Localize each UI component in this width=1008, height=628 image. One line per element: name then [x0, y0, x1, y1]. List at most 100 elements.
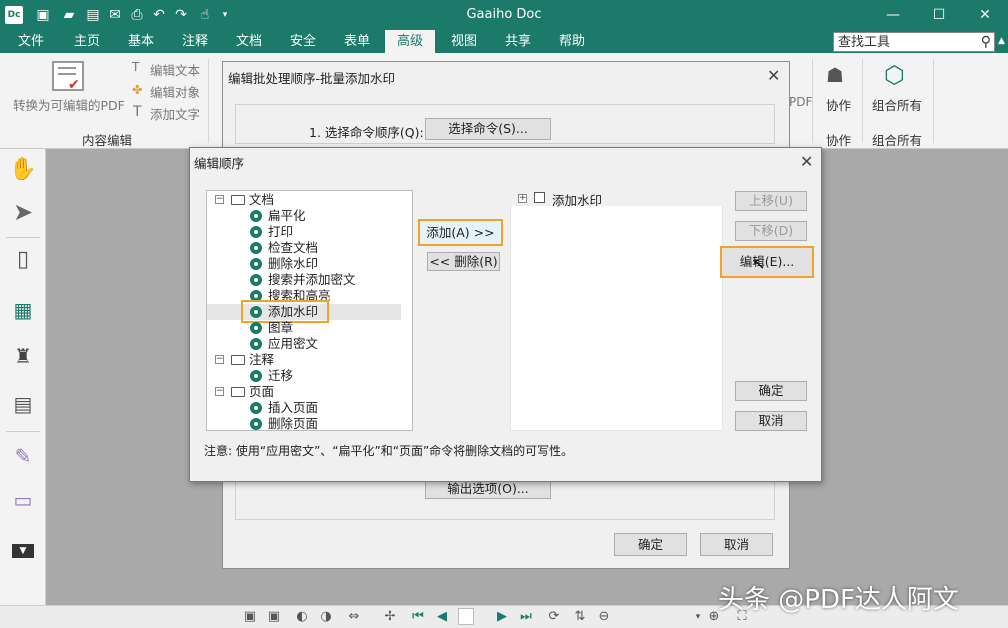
- edit-sequence-close-icon[interactable]: ✕: [800, 152, 813, 171]
- edit-object-button[interactable]: 编辑对象: [150, 82, 200, 101]
- menu-security[interactable]: 安全: [278, 30, 328, 53]
- tree-folder[interactable]: − 页面: [207, 384, 401, 400]
- move-down-button[interactable]: 下移(D): [735, 221, 807, 241]
- tree-item[interactable]: 应用密文: [207, 336, 401, 352]
- combine-all-button[interactable]: 组合所有: [872, 95, 922, 114]
- menu-document[interactable]: 文档: [224, 30, 274, 53]
- maximize-icon[interactable]: ☐: [916, 0, 962, 30]
- tree-item[interactable]: 搜索并添加密文: [207, 272, 401, 288]
- last-page-icon[interactable]: ⏭: [518, 609, 534, 625]
- redo-icon[interactable]: ↷: [172, 6, 190, 24]
- batch-ok-button[interactable]: 确定: [614, 533, 687, 556]
- attachment-icon[interactable]: ✎: [8, 441, 38, 471]
- undo-icon[interactable]: ↶: [150, 6, 168, 24]
- tree-item[interactable]: 添加水印: [207, 300, 401, 323]
- bookmark-panel-icon[interactable]: ▯: [8, 245, 38, 275]
- menu-help[interactable]: 帮助: [547, 30, 597, 53]
- sequence-cancel-button[interactable]: 取消: [735, 411, 807, 431]
- tree-item[interactable]: 图章: [207, 320, 401, 336]
- multi-page-icon[interactable]: ▣: [266, 609, 282, 625]
- convert-editable-pdf-icon[interactable]: ✔: [52, 61, 84, 93]
- zoom-out-circle-icon[interactable]: ◐: [294, 609, 310, 625]
- thumbnails-icon[interactable]: ▦: [8, 295, 38, 325]
- tree-item-label: 图章: [268, 320, 294, 335]
- add-text-button[interactable]: 添加文字: [150, 104, 200, 123]
- tool-search-input[interactable]: [834, 33, 969, 51]
- fit-page-icon[interactable]: ✢: [382, 609, 398, 625]
- sequence-checkbox[interactable]: [534, 192, 545, 203]
- menu-share[interactable]: 共享: [493, 30, 543, 53]
- hand-icon[interactable]: ✋: [8, 155, 38, 185]
- output-options-button[interactable]: 输出选项(O)...: [425, 479, 551, 499]
- zoom-in-circle-icon[interactable]: ◑: [318, 609, 334, 625]
- tree-collapse-icon[interactable]: −: [215, 355, 224, 364]
- edit-command-button[interactable]: 编辑(E)...: [720, 246, 814, 278]
- batch-dialog-close-icon[interactable]: ✕: [767, 66, 780, 85]
- sequence-expander-icon[interactable]: +: [518, 194, 527, 203]
- menu-basic[interactable]: 基本: [116, 30, 166, 53]
- expand-tools-icon[interactable]: ▼: [12, 544, 34, 558]
- open-folder-icon[interactable]: ▰: [60, 6, 78, 24]
- email-icon[interactable]: ✉: [106, 6, 124, 24]
- menu-home[interactable]: 主页: [62, 30, 112, 53]
- tree-item[interactable]: 迁移: [207, 368, 401, 384]
- tree-item-label: 删除页面: [268, 416, 319, 431]
- first-page-icon[interactable]: ⏮: [410, 609, 426, 625]
- prev-page-icon[interactable]: ◀: [434, 609, 450, 625]
- add-command-button[interactable]: 添加(A) >>: [418, 219, 503, 246]
- combine-all-icon[interactable]: ⬡: [884, 61, 905, 89]
- zoom-out-icon[interactable]: ⊖: [596, 609, 612, 625]
- move-up-button[interactable]: 上移(U): [735, 191, 807, 211]
- command-bullet-icon: [250, 402, 262, 414]
- command-bullet-icon: [250, 370, 262, 382]
- fit-width-icon[interactable]: ⇔: [346, 609, 362, 625]
- menu-comment[interactable]: 注释: [170, 30, 220, 53]
- collaborate-icon[interactable]: ☗: [826, 63, 844, 87]
- print-icon[interactable]: ⎙: [128, 6, 146, 24]
- menu-advanced[interactable]: 高级: [385, 30, 435, 53]
- collaborate-button[interactable]: 协作: [826, 95, 851, 114]
- title-bar: Dc ▣ ▰ ▤ ✉ ⎙ ↶ ↷ ☝ ▾ Gaaiho Doc — ☐ ✕: [0, 0, 1008, 30]
- quick-access-dropdown-icon[interactable]: ▾: [216, 6, 234, 24]
- hand-tool-icon[interactable]: ☝: [196, 6, 214, 24]
- ribbon-collapse-icon[interactable]: ▲: [998, 36, 1005, 46]
- security-doc-icon[interactable]: ▤: [8, 389, 38, 419]
- convert-editable-pdf-button[interactable]: 转换为可编辑的PDF: [13, 95, 125, 114]
- sequence-ok-button[interactable]: 确定: [735, 381, 807, 401]
- batch-cancel-button[interactable]: 取消: [700, 533, 773, 556]
- minimize-icon[interactable]: —: [870, 0, 916, 30]
- tree-item[interactable]: 删除页面: [207, 416, 401, 431]
- stamp-icon[interactable]: ♜: [8, 341, 38, 371]
- next-page-icon[interactable]: ▶: [494, 609, 510, 625]
- search-icon[interactable]: ⚲: [981, 34, 991, 50]
- comments-icon[interactable]: ▭: [8, 485, 38, 515]
- save-icon[interactable]: ▤: [84, 6, 102, 24]
- reflow-icon[interactable]: ⇅: [572, 609, 588, 625]
- tree-folder-label: 文档: [249, 192, 275, 207]
- edit-sequence-title: 编辑顺序: [194, 156, 245, 171]
- tree-item[interactable]: 打印: [207, 224, 401, 240]
- sequence-list-item[interactable]: + 添加水印: [510, 190, 723, 208]
- tree-folder[interactable]: − 注释: [207, 352, 401, 368]
- tree-item[interactable]: 删除水印: [207, 256, 401, 272]
- tree-item[interactable]: 扁平化: [207, 208, 401, 224]
- edit-text-button[interactable]: 编辑文本: [150, 60, 200, 79]
- tree-folder[interactable]: − 文档: [207, 192, 401, 208]
- remove-command-button[interactable]: << 删除(R): [427, 252, 500, 271]
- select-command-button[interactable]: 选择命令(S)...: [425, 118, 551, 140]
- tree-collapse-icon[interactable]: −: [215, 195, 224, 204]
- zoom-dropdown-icon[interactable]: ▾: [690, 609, 706, 625]
- select-arrow-icon[interactable]: ➤: [8, 197, 38, 227]
- new-doc-icon[interactable]: ▣: [34, 6, 52, 24]
- menu-file[interactable]: 文件: [6, 30, 56, 53]
- close-window-icon[interactable]: ✕: [962, 0, 1008, 30]
- page-number-input[interactable]: [458, 608, 474, 625]
- menu-forms[interactable]: 表单: [332, 30, 382, 53]
- single-page-icon[interactable]: ▣: [242, 609, 258, 625]
- tree-item[interactable]: 检查文档: [207, 240, 401, 256]
- rotate-icon[interactable]: ⟳: [546, 609, 562, 625]
- menu-view[interactable]: 视图: [439, 30, 489, 53]
- tree-item-label: 打印: [268, 224, 294, 239]
- tree-collapse-icon[interactable]: −: [215, 387, 224, 396]
- tree-item[interactable]: 插入页面: [207, 400, 401, 416]
